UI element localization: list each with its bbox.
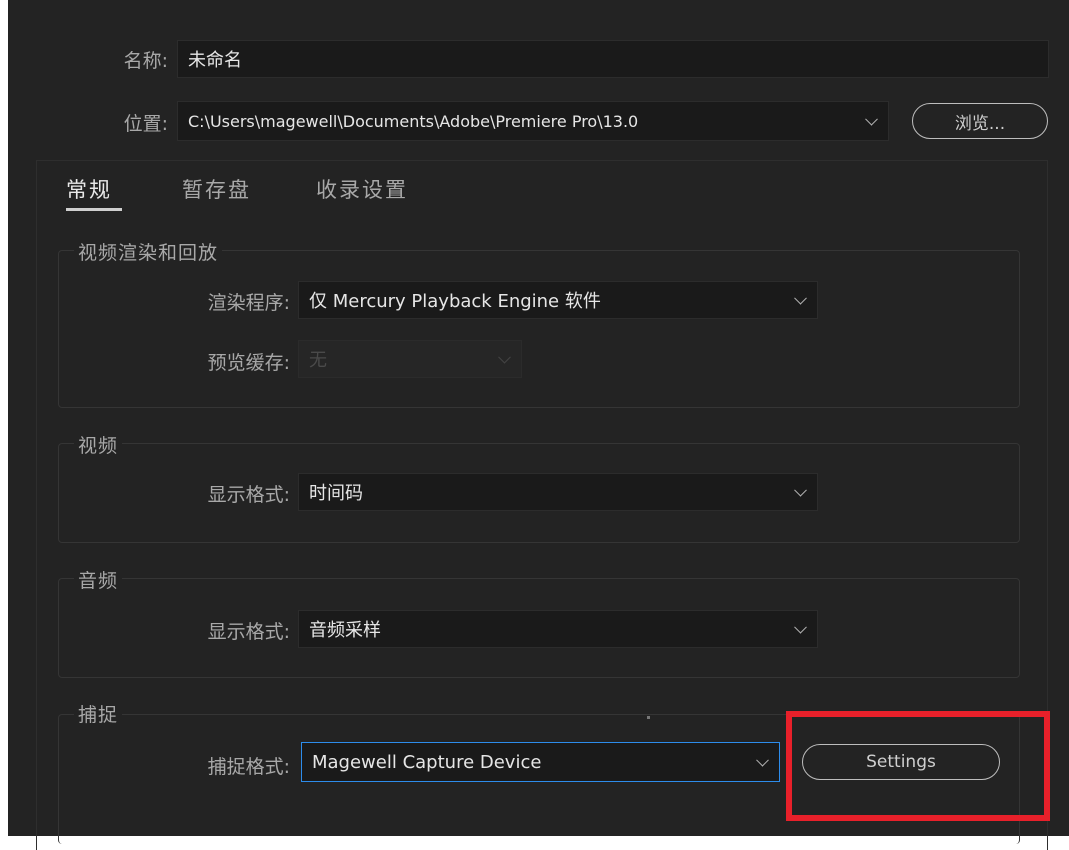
preview-cache-label: 预览缓存: xyxy=(207,352,290,374)
tab-scratch-disks[interactable]: 暂存盘 xyxy=(182,174,251,204)
capture-format-dropdown[interactable]: Magewell Capture Device xyxy=(301,742,780,782)
chevron-down-icon xyxy=(865,112,878,126)
video-render-group xyxy=(58,250,1020,408)
chevron-down-icon xyxy=(794,291,807,305)
name-label: 名称: xyxy=(123,50,168,72)
video-display-format-dropdown[interactable]: 时间码 xyxy=(298,473,818,511)
location-label: 位置: xyxy=(123,113,168,135)
renderer-dropdown[interactable]: 仅 Mercury Playback Engine 软件 xyxy=(298,281,818,319)
active-tab-indicator xyxy=(66,208,122,211)
capture-format-label: 捕捉格式: xyxy=(207,756,290,778)
project-name-input[interactable]: 未命名 xyxy=(177,40,1049,78)
chevron-down-icon xyxy=(794,620,807,634)
audio-title: 音频 xyxy=(74,566,123,593)
preview-cache-value: 无 xyxy=(309,350,327,371)
audio-display-format-value: 音频采样 xyxy=(309,620,381,641)
renderer-label: 渲染程序: xyxy=(207,292,290,314)
renderer-value: 仅 Mercury Playback Engine 软件 xyxy=(309,291,601,312)
video-display-format-value: 时间码 xyxy=(309,483,363,504)
highlight-box xyxy=(786,711,1050,821)
chevron-down-icon xyxy=(756,753,769,767)
capture-format-value: Magewell Capture Device xyxy=(312,751,542,773)
location-value: C:\Users\magewell\Documents\Adobe\Premie… xyxy=(188,111,639,131)
audio-display-format-dropdown[interactable]: 音频采样 xyxy=(298,610,818,648)
video-title: 视频 xyxy=(74,431,123,458)
audio-display-format-label: 显示格式: xyxy=(207,621,290,643)
chevron-down-icon xyxy=(794,483,807,497)
capture-title: 捕捉 xyxy=(74,700,123,727)
chevron-down-icon xyxy=(498,350,511,364)
tab-general[interactable]: 常规 xyxy=(66,174,112,204)
video-render-title: 视频渲染和回放 xyxy=(74,238,223,265)
video-display-format-label: 显示格式: xyxy=(207,484,290,506)
browse-button[interactable]: 浏览... xyxy=(912,103,1048,139)
preview-cache-dropdown: 无 xyxy=(298,340,522,378)
tab-ingest-settings[interactable]: 收录设置 xyxy=(316,174,408,204)
project-name-value: 未命名 xyxy=(188,50,242,71)
location-dropdown[interactable]: C:\Users\magewell\Documents\Adobe\Premie… xyxy=(177,101,889,141)
stray-dot xyxy=(647,716,650,719)
